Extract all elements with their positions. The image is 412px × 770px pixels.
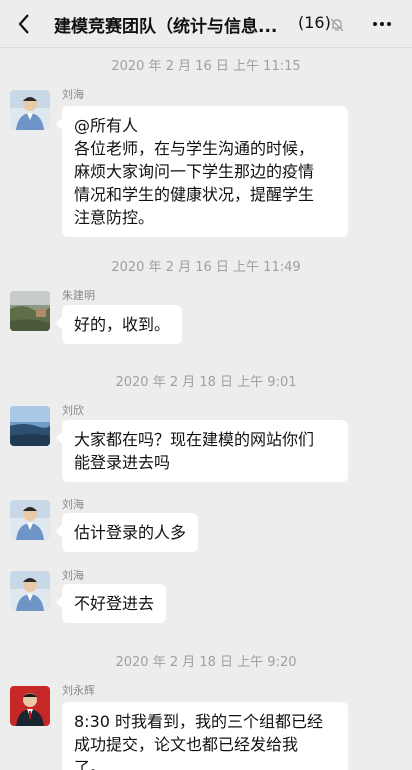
message-bubble[interactable]: 8:30 时我看到，我的三个组都已经 成功提交，论文也都已经发给我 了。 — [62, 702, 348, 770]
more-dots-icon — [373, 22, 391, 26]
message-line: 估计登录的人多 — [74, 523, 187, 542]
sender-name: 刘海 — [62, 498, 84, 511]
timestamp: 2020 年 2 月 18 日 上午 9:20 — [115, 655, 297, 670]
message-line: @所有人 — [74, 116, 139, 135]
message-bubble[interactable]: @所有人 各位老师，在与学生沟通的时候， 麻烦大家询问一下学生那边的疫情 情况和… — [56, 106, 348, 237]
bell-mute-icon — [330, 17, 344, 36]
message-line: 好的，收到。 — [74, 315, 171, 334]
timestamp: 2020 年 2 月 16 日 上午 11:49 — [111, 260, 301, 275]
sender-name: 刘永辉 — [62, 684, 95, 697]
timestamp: 2020 年 2 月 18 日 上午 9:01 — [115, 375, 297, 390]
message-line: 成功提交，论文也都已经发给我 — [74, 735, 299, 754]
back-button[interactable] — [10, 10, 38, 38]
message-line: 不好登进去 — [74, 594, 155, 613]
message-line: 能登录进去吗 — [74, 453, 171, 472]
timestamp: 2020 年 2 月 16 日 上午 11:15 — [111, 59, 301, 74]
chevron-left-icon — [18, 14, 29, 34]
message-bubble[interactable]: 大家都在吗？现在建模的网站你们 能登录进去吗 — [56, 420, 348, 482]
message-bubble[interactable]: 不好登进去 — [55, 584, 167, 623]
avatar[interactable] — [10, 571, 50, 611]
sender-name: 刘海 — [62, 569, 84, 582]
sender-name: 刘海 — [62, 88, 84, 101]
message-line: 各位老师，在与学生沟通的时候， — [74, 139, 315, 158]
message-bubble[interactable]: 估计登录的人多 — [55, 513, 199, 552]
chat-title: 建模竞赛团队（统计与信息... — [54, 17, 278, 37]
sender-name: 朱建明 — [62, 289, 95, 302]
message-line: 大家都在吗？现在建模的网站你们 — [74, 430, 315, 449]
message-line: 情况和学生的健康状况，提醒学生 — [74, 185, 315, 204]
message-bubble[interactable]: 好的，收到。 — [55, 305, 183, 344]
avatar[interactable] — [10, 686, 50, 726]
avatar[interactable] — [10, 291, 50, 331]
avatar[interactable] — [10, 406, 50, 446]
avatar[interactable] — [10, 90, 50, 130]
sender-name: 刘欣 — [62, 404, 84, 417]
message-line: 注意防控。 — [74, 208, 155, 227]
chat-header: 建模竞赛团队（统计与信息... (16) — [0, 0, 412, 48]
avatar[interactable] — [10, 500, 50, 540]
message-line: 麻烦大家询问一下学生那边的疫情 — [74, 162, 315, 181]
more-button[interactable] — [368, 12, 396, 36]
message-line: 8:30 时我看到，我的三个组都已经 — [74, 712, 324, 731]
message-line: 了。 — [74, 758, 107, 770]
member-count: (16) — [298, 13, 331, 32]
